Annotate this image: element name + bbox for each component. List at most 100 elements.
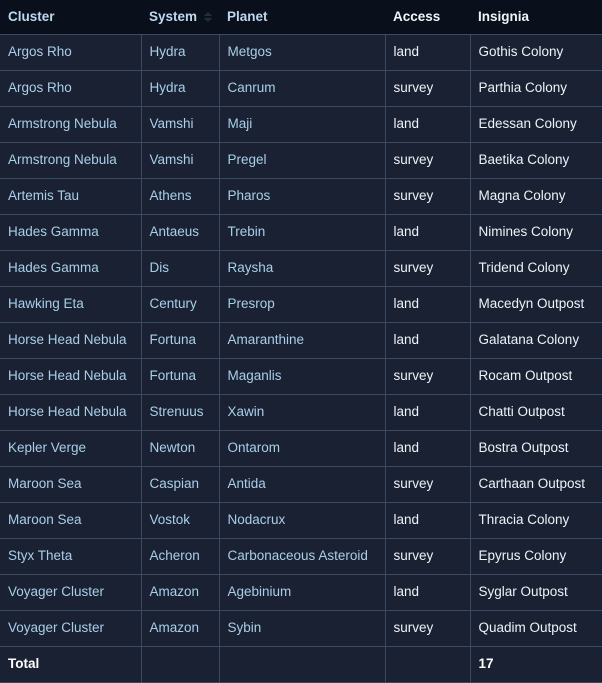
cell-cluster[interactable]: Voyager Cluster (0, 574, 142, 611)
cell-insignia: Galatana Colony (470, 322, 602, 359)
cell-planet[interactable]: Maji (219, 106, 386, 143)
table-row: Horse Head Nebula Fortuna Amaranthine land G… (0, 322, 602, 359)
cell-access: survey (385, 178, 471, 215)
table-header-row: Cluster System Planet Access Insignia (0, 0, 602, 35)
cell-cluster[interactable]: Maroon Sea (0, 466, 142, 503)
cell-insignia: Parthia Colony (470, 70, 602, 107)
cell-access: survey (385, 250, 471, 287)
cell-cluster[interactable]: Hawking Eta (0, 286, 142, 323)
cell-insignia: Macedyn Outpost (470, 286, 602, 323)
cell-system[interactable]: Caspian (141, 466, 220, 503)
cell-system[interactable]: Vamshi (141, 142, 220, 179)
cell-insignia: Carthaan Outpost (470, 466, 602, 503)
cell-system[interactable]: Amazon (141, 610, 220, 647)
cell-cluster[interactable]: Horse Head Nebula (0, 322, 142, 359)
cell-cluster[interactable]: Argos Rho (0, 34, 142, 71)
cell-cluster[interactable]: Voyager Cluster (0, 610, 142, 647)
column-header-cluster-label: Cluster (8, 9, 55, 24)
cell-insignia: Chatti Outpost (470, 394, 602, 431)
column-header-access-label: Access (393, 9, 441, 24)
cell-cluster[interactable]: Horse Head Nebula (0, 394, 142, 431)
cell-planet[interactable]: Raysha (219, 250, 386, 287)
sort-arrows-icon (203, 12, 213, 22)
cell-insignia: Magna Colony (470, 178, 602, 215)
cell-insignia: Baetika Colony (470, 142, 602, 179)
cell-planet[interactable]: Antida (219, 466, 386, 503)
cell-system[interactable]: Athens (141, 178, 220, 215)
cell-cluster[interactable]: Hades Gamma (0, 214, 142, 251)
cell-planet[interactable]: Sybin (219, 610, 386, 647)
cell-system[interactable]: Vamshi (141, 106, 220, 143)
planet-survey-table: Cluster System Planet Access Insignia Ar… (0, 0, 602, 683)
cell-access: survey (385, 70, 471, 107)
cell-planet[interactable]: Pregel (219, 142, 386, 179)
cell-cluster[interactable]: Argos Rho (0, 70, 142, 107)
cell-cluster[interactable]: Styx Theta (0, 538, 142, 575)
cell-planet[interactable]: Ontarom (219, 430, 386, 467)
column-header-insignia: Insignia (470, 0, 602, 35)
cell-insignia: Syglar Outpost (470, 574, 602, 611)
cell-system[interactable]: Amazon (141, 574, 220, 611)
table-row: Voyager Cluster Amazon Agebinium land Syglar… (0, 574, 602, 611)
total-label: Total (0, 646, 142, 683)
cell-system[interactable]: Hydra (141, 34, 220, 71)
cell-planet[interactable]: Presrop (219, 286, 386, 323)
cell-access: land (385, 430, 471, 467)
cell-cluster[interactable]: Armstrong Nebula (0, 142, 142, 179)
cell-access: survey (385, 610, 471, 647)
cell-cluster[interactable]: Armstrong Nebula (0, 106, 142, 143)
cell-cluster[interactable]: Horse Head Nebula (0, 358, 142, 395)
cell-system[interactable]: Century (141, 286, 220, 323)
cell-insignia: Edessan Colony (470, 106, 602, 143)
cell-access: land (385, 322, 471, 359)
cell-insignia: Tridend Colony (470, 250, 602, 287)
cell-cluster[interactable]: Maroon Sea (0, 502, 142, 539)
total-planet-cell (219, 646, 386, 683)
table-row: Hawking Eta Century Presrop land Macedyn Out… (0, 286, 602, 323)
column-header-planet-label: Planet (227, 9, 268, 24)
cell-system[interactable]: Fortuna (141, 358, 220, 395)
column-header-cluster[interactable]: Cluster (0, 0, 141, 35)
cell-planet[interactable]: Trebin (219, 214, 386, 251)
column-header-planet[interactable]: Planet (219, 0, 385, 35)
column-header-system[interactable]: System (141, 0, 219, 35)
cell-system[interactable]: Strenuus (141, 394, 220, 431)
cell-planet[interactable]: Canrum (219, 70, 386, 107)
cell-system[interactable]: Newton (141, 430, 220, 467)
cell-cluster[interactable]: Kepler Verge (0, 430, 142, 467)
table-row: Artemis Tau Athens Pharos survey Magna Colon… (0, 178, 602, 215)
cell-cluster[interactable]: Artemis Tau (0, 178, 142, 215)
table-row: Maroon Sea Caspian Antida survey Carthaan Ou… (0, 466, 602, 503)
cell-planet[interactable]: Amaranthine (219, 322, 386, 359)
table-body: Argos Rho Hydra Metgos land Gothis Colony Arg… (0, 34, 602, 683)
cell-planet[interactable]: Metgos (219, 34, 386, 71)
cell-access: survey (385, 358, 471, 395)
table-row: Horse Head Nebula Strenuus Xawin land Chatti… (0, 394, 602, 431)
cell-access: land (385, 574, 471, 611)
cell-planet[interactable]: Nodacrux (219, 502, 386, 539)
cell-system[interactable]: Fortuna (141, 322, 220, 359)
cell-insignia: Quadim Outpost (470, 610, 602, 647)
cell-planet[interactable]: Maganlis (219, 358, 386, 395)
cell-planet[interactable]: Pharos (219, 178, 386, 215)
cell-cluster[interactable]: Hades Gamma (0, 250, 142, 287)
cell-system[interactable]: Dis (141, 250, 220, 287)
total-count: 17 (470, 646, 602, 683)
cell-system[interactable]: Antaeus (141, 214, 220, 251)
cell-system[interactable]: Vostok (141, 502, 220, 539)
table-row: Hades Gamma Antaeus Trebin land Nimines Colo… (0, 214, 602, 251)
table-row: Argos Rho Hydra Metgos land Gothis Colony (0, 34, 602, 71)
cell-system[interactable]: Hydra (141, 70, 220, 107)
cell-access: land (385, 106, 471, 143)
cell-access: land (385, 394, 471, 431)
table-row: Horse Head Nebula Fortuna Maganlis survey Ro… (0, 358, 602, 395)
table-row: Argos Rho Hydra Canrum survey Parthia Colony (0, 70, 602, 107)
cell-planet[interactable]: Carbonaceous Asteroid (219, 538, 386, 575)
cell-system[interactable]: Acheron (141, 538, 220, 575)
column-header-system-label: System (149, 9, 198, 24)
cell-planet[interactable]: Xawin (219, 394, 386, 431)
cell-planet[interactable]: Agebinium (219, 574, 386, 611)
table-row: Kepler Verge Newton Ontarom land Bostra Outp… (0, 430, 602, 467)
table-row: Styx Theta Acheron Carbonaceous Asteroid su… (0, 538, 602, 575)
cell-insignia: Nimines Colony (470, 214, 602, 251)
